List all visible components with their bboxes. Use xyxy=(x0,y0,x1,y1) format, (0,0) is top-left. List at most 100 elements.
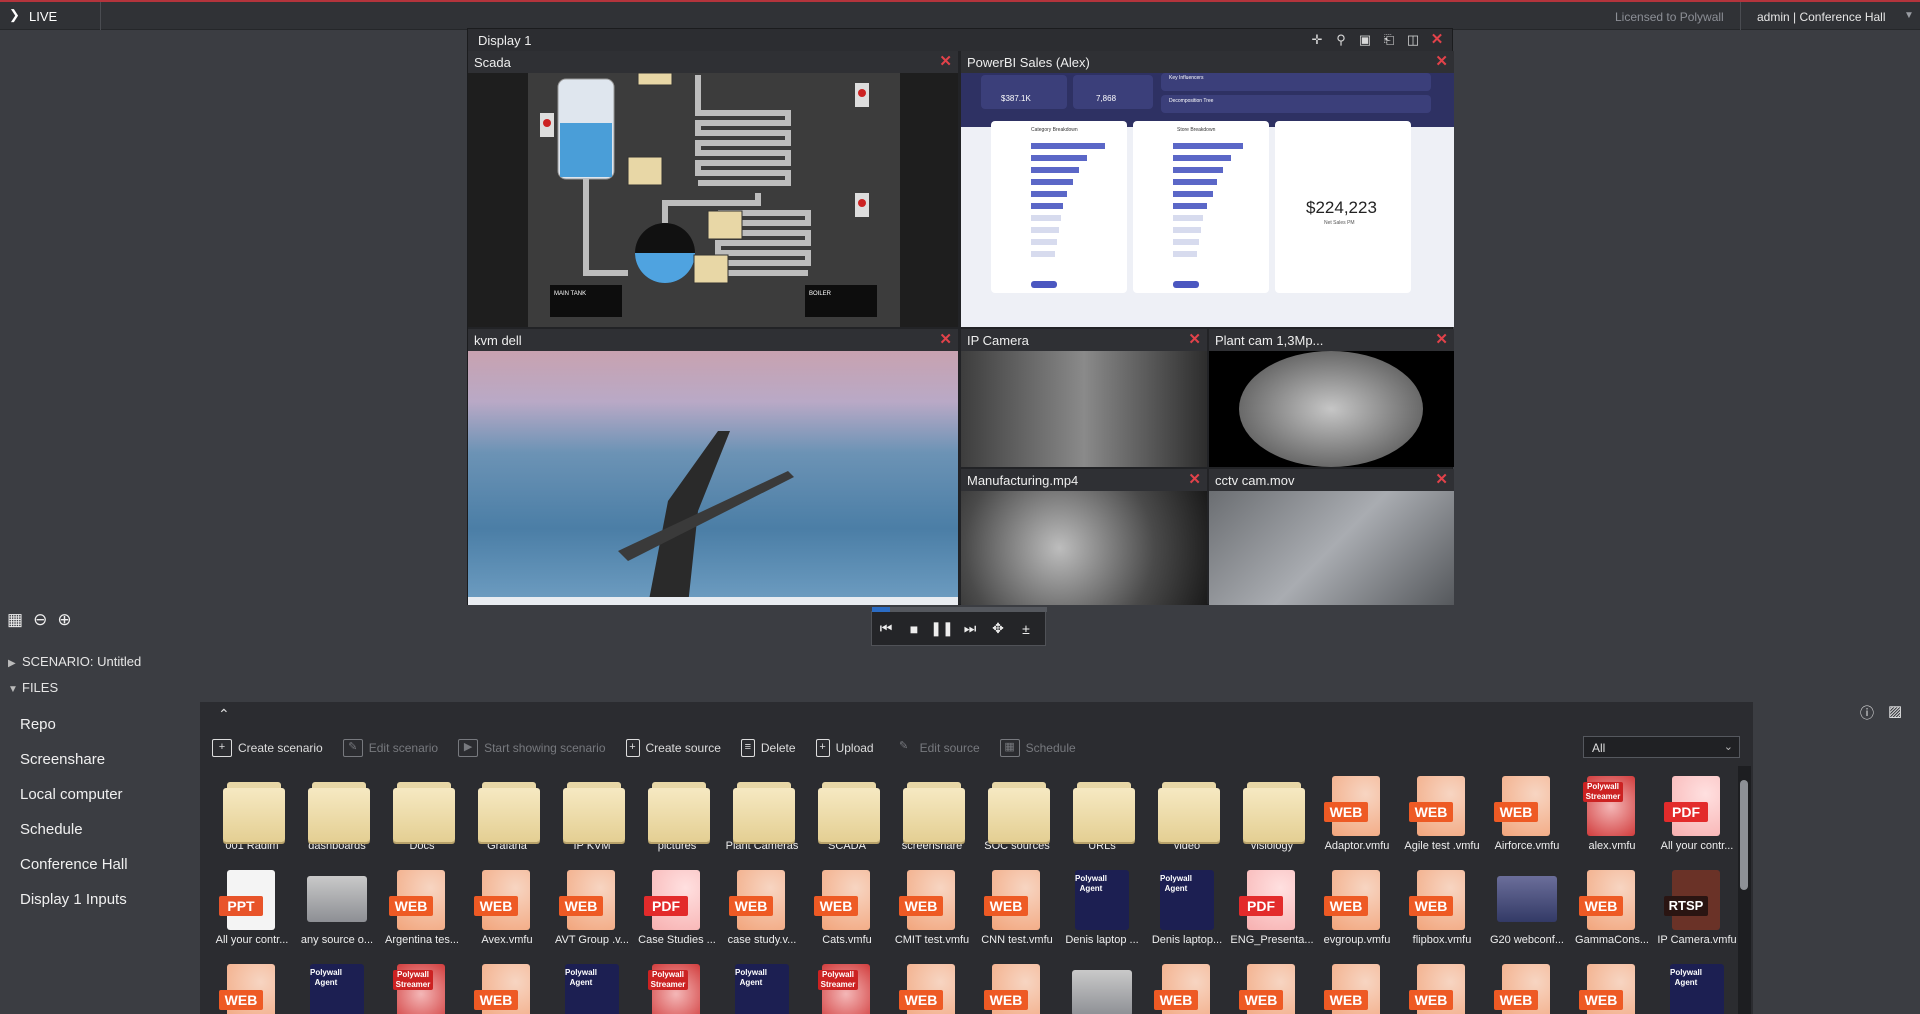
file-item[interactable]: WEB AVT Group .v... xyxy=(550,868,634,946)
file-item[interactable]: Polywall Agent Denis laptop... xyxy=(1145,868,1229,946)
skip-forward-icon[interactable]: ⏭ xyxy=(956,620,984,637)
file-item[interactable]: PDF Case Studies ... xyxy=(635,868,719,946)
file-item[interactable]: WEB Avex.vmfu xyxy=(465,868,549,946)
file-item[interactable]: WEB xyxy=(1485,962,1569,1014)
file-item[interactable]: WEB GammaCons... xyxy=(1570,868,1654,946)
folder-item[interactable]: video xyxy=(1145,774,1229,852)
files-scrollbar[interactable] xyxy=(1738,766,1751,1014)
file-item[interactable]: WEB flipbox.vmfu xyxy=(1400,868,1484,946)
close-window-icon[interactable]: ✕ xyxy=(1188,330,1201,348)
file-item[interactable]: WEB CNN test.vmfu xyxy=(975,868,1059,946)
folder-item[interactable]: URLs xyxy=(1060,774,1144,852)
chevron-up-icon[interactable]: ⌃ xyxy=(218,706,230,723)
folder-item[interactable]: screenshare xyxy=(890,774,974,852)
file-item[interactable]: PDF All your contr... xyxy=(1655,774,1739,852)
file-item[interactable]: WEB xyxy=(1315,962,1399,1014)
file-item[interactable]: Polywall Streamer xyxy=(805,962,889,1014)
file-item[interactable]: Polywall Streamer xyxy=(635,962,719,1014)
folder-item[interactable]: Docs xyxy=(380,774,464,852)
zoom-in-icon[interactable]: ⊕ xyxy=(57,610,71,630)
file-item[interactable]: WEB Adaptor.vmfu xyxy=(1315,774,1399,852)
file-item[interactable]: WEB xyxy=(1230,962,1314,1014)
file-item[interactable]: PPT All your contr... xyxy=(210,868,294,946)
file-item[interactable]: WEB xyxy=(975,962,1059,1014)
close-window-icon[interactable]: ✕ xyxy=(1435,330,1448,348)
zoom-stepper-icon[interactable]: ± xyxy=(1012,621,1040,637)
file-item[interactable]: WEB xyxy=(210,962,294,1014)
file-item[interactable]: any source o... xyxy=(295,868,379,946)
create-scenario-button[interactable]: + Create scenario xyxy=(212,739,323,757)
folder-item[interactable]: IP KVM xyxy=(550,774,634,852)
folder-item[interactable]: pictures xyxy=(635,774,719,852)
file-item[interactable]: RTSP IP Camera.vmfu xyxy=(1655,868,1739,946)
sidebar-item-schedule[interactable]: Schedule xyxy=(20,821,83,838)
skip-back-icon[interactable]: ⏮ xyxy=(872,620,900,637)
file-item[interactable]: WEB Agile test .vmfu xyxy=(1400,774,1484,852)
layout-icon[interactable]: ◫ xyxy=(1404,31,1422,49)
exit-icon[interactable]: ⎗ xyxy=(1380,31,1398,49)
window-ip-camera[interactable]: IP Camera ✕ xyxy=(961,329,1207,467)
image-icon[interactable]: ▨ xyxy=(1888,702,1902,720)
folder-item[interactable]: visiology xyxy=(1230,774,1314,852)
playback-progress[interactable] xyxy=(872,607,1047,612)
file-item[interactable]: PDF ENG_Presenta... xyxy=(1230,868,1314,946)
schedule-button[interactable]: ▦ Schedule xyxy=(999,739,1076,757)
grid-view-icon[interactable]: ▦ xyxy=(7,610,23,630)
file-item[interactable]: WEB Argentina tes... xyxy=(380,868,464,946)
file-item[interactable]: WEB CMIT test.vmfu xyxy=(890,868,974,946)
sidebar-item-screenshare[interactable]: Screenshare xyxy=(20,751,105,768)
folder-item[interactable]: 001 Radim xyxy=(210,774,294,852)
mode-label[interactable]: LIVE xyxy=(29,9,57,24)
file-item[interactable]: Polywall Agent xyxy=(1655,962,1739,1014)
window-kvm-dell[interactable]: kvm dell ✕ xyxy=(468,329,958,605)
file-item[interactable]: WEB Cats.vmfu xyxy=(805,868,889,946)
close-window-icon[interactable]: ✕ xyxy=(1188,470,1201,488)
file-item[interactable] xyxy=(1060,962,1144,1014)
file-item[interactable]: Polywall Agent xyxy=(550,962,634,1014)
filter-select[interactable]: All ⌄ xyxy=(1583,736,1740,758)
folder-item[interactable]: SOC sources xyxy=(975,774,1059,852)
file-item[interactable]: Polywall Streamer xyxy=(380,962,464,1014)
window-plant-cam[interactable]: Plant cam 1,3Mp... ✕ xyxy=(1209,329,1454,467)
window-manufacturing[interactable]: Manufacturing.mp4 ✕ xyxy=(961,469,1207,605)
file-item[interactable]: WEB xyxy=(1400,962,1484,1014)
start-scenario-button[interactable]: ▶ Start showing scenario xyxy=(458,739,606,757)
move-icon[interactable]: ✥ xyxy=(984,620,1012,637)
folder-item[interactable]: SCADA xyxy=(805,774,889,852)
create-source-button[interactable]: + Create source xyxy=(625,739,721,757)
folder-item[interactable]: Plant Cameras xyxy=(720,774,804,852)
window-powerbi[interactable]: PowerBI Sales (Alex) ✕ $387.1K 7,868 Key… xyxy=(961,51,1454,327)
close-window-icon[interactable]: ✕ xyxy=(939,52,952,70)
zoom-out-icon[interactable]: ⊖ xyxy=(33,610,47,630)
chevron-right-icon[interactable]: ❯ xyxy=(9,7,20,23)
upload-button[interactable]: + Upload xyxy=(815,739,874,757)
edit-scenario-button[interactable]: ✎ Edit scenario xyxy=(342,739,438,757)
folder-item[interactable]: Grafana xyxy=(465,774,549,852)
sidebar-item-local-computer[interactable]: Local computer xyxy=(20,786,123,803)
window-scada[interactable]: Scada ✕ MAIN TANK BOILER xyxy=(468,51,958,327)
scenario-section[interactable]: ▶ SCENARIO: Untitled xyxy=(8,654,141,669)
user-menu[interactable]: admin | Conference Hall xyxy=(1757,10,1886,24)
add-pointer-icon[interactable]: ✛ xyxy=(1308,31,1326,49)
chevron-down-icon[interactable]: ▼ xyxy=(1904,10,1914,21)
sidebar-item-repo[interactable]: Repo xyxy=(20,716,56,733)
sidebar-item-conference-hall[interactable]: Conference Hall xyxy=(20,856,128,873)
window-cctv[interactable]: cctv cam.mov ✕ xyxy=(1209,469,1454,605)
close-icon[interactable]: ✕ xyxy=(1428,31,1446,49)
stop-icon[interactable]: ■ xyxy=(900,621,928,637)
file-item[interactable]: Polywall Streamer alex.vmfu xyxy=(1570,774,1654,852)
display-canvas[interactable]: Display 1 ✛ ⚲ ▣ ⎗ ◫ ✕ Scada ✕ MAIN TANK … xyxy=(467,28,1454,605)
file-item[interactable]: WEB evgroup.vmfu xyxy=(1315,868,1399,946)
sidebar-item-display-inputs[interactable]: Display 1 Inputs xyxy=(20,891,127,908)
monitor-icon[interactable]: ▣ xyxy=(1356,31,1374,49)
file-item[interactable]: Polywall Agent xyxy=(295,962,379,1014)
close-window-icon[interactable]: ✕ xyxy=(939,330,952,348)
close-window-icon[interactable]: ✕ xyxy=(1435,470,1448,488)
close-window-icon[interactable]: ✕ xyxy=(1435,52,1448,70)
file-item[interactable]: Polywall Agent xyxy=(720,962,804,1014)
expand-icon[interactable]: ▶ xyxy=(8,658,22,669)
scrollbar-thumb[interactable] xyxy=(1740,780,1748,890)
file-item[interactable]: WEB xyxy=(1570,962,1654,1014)
zoom-icon[interactable]: ⚲ xyxy=(1332,31,1350,49)
collapse-icon[interactable]: ▼ xyxy=(8,684,22,695)
